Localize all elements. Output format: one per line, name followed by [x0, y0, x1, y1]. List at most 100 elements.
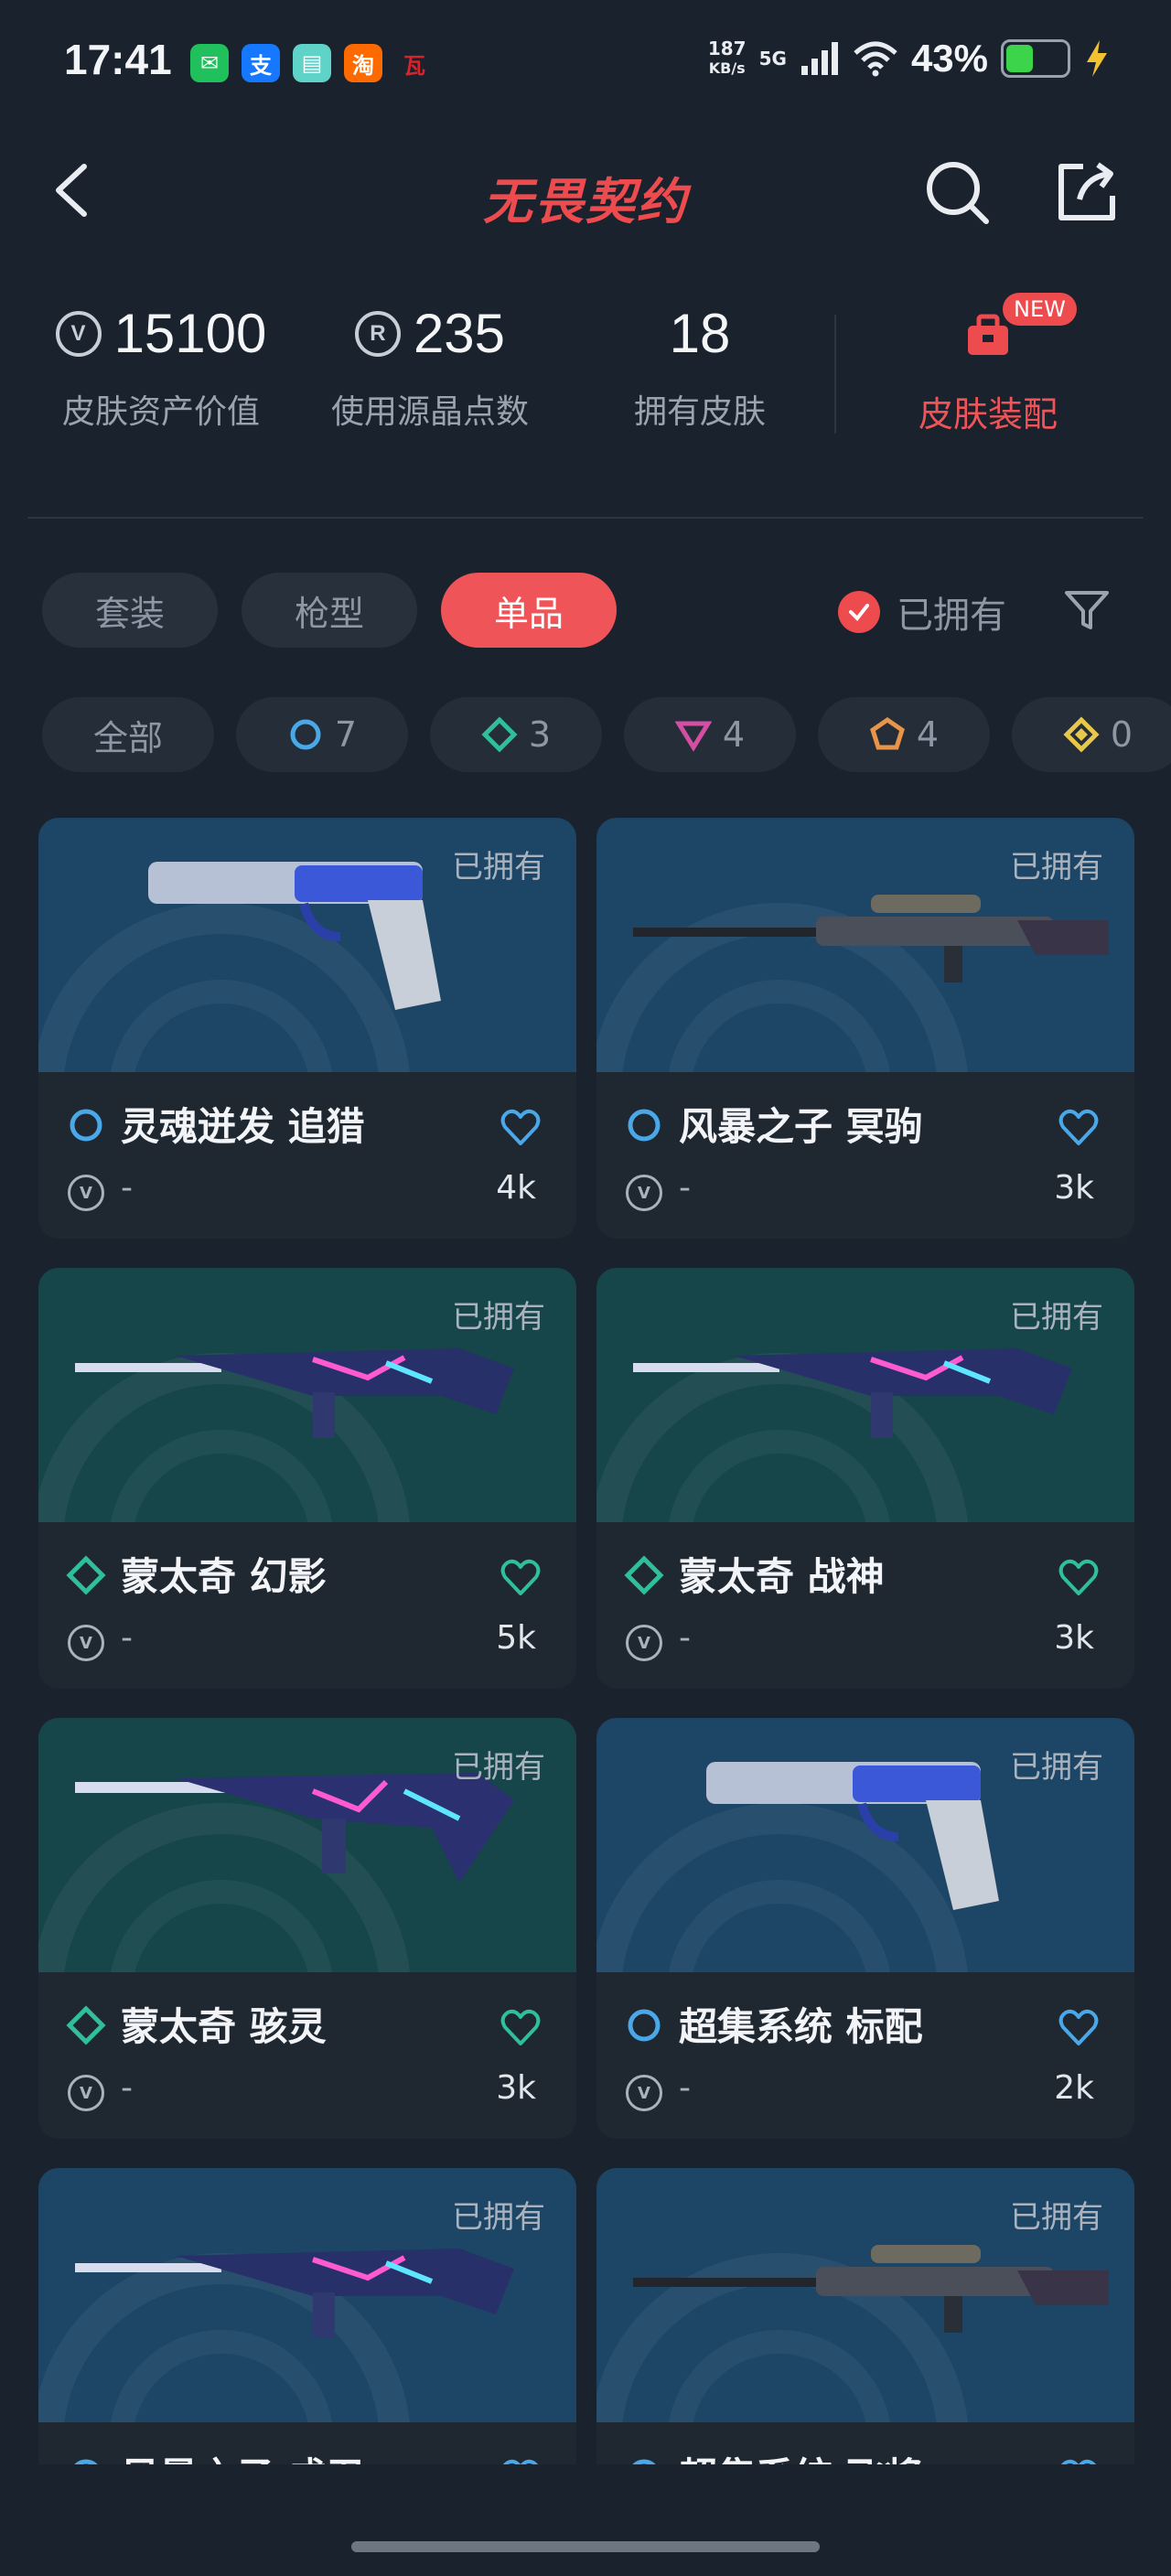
skin-name: 灵魂迸发 追猎	[121, 1104, 365, 1149]
deluxe-tier-icon	[624, 1555, 664, 1595]
owned-label: 已拥有	[452, 2199, 545, 2236]
vp-icon: V	[68, 1175, 104, 1211]
battery-icon	[1001, 39, 1070, 78]
skin-card[interactable]: 已拥有 风暴之子 戍卫 V -	[38, 2168, 576, 2464]
stat-asset-value: V 15100 皮肤资产价值	[51, 302, 271, 433]
chip-select-tier[interactable]: 7	[236, 697, 408, 772]
skin-name: 超集系统 飞将	[679, 2446, 923, 2464]
taobao-icon: 淘	[344, 44, 382, 82]
heart-icon[interactable]	[1058, 2007, 1100, 2049]
skin-price: -	[679, 1169, 691, 1207]
vp-icon: V	[626, 1625, 662, 1661]
heart-icon[interactable]	[1058, 2457, 1100, 2464]
like-count: 3k	[1054, 1619, 1094, 1657]
vp-icon: V	[68, 1625, 104, 1661]
chip-deluxe-tier[interactable]: 3	[430, 697, 602, 772]
skin-card[interactable]: 已拥有 灵魂迸发 追猎 V - 4k	[38, 818, 576, 1239]
heart-icon[interactable]	[500, 1557, 542, 1599]
owned-label: 已拥有	[1010, 2199, 1103, 2236]
asset-stats: V 15100 皮肤资产价值 R 235 使用源晶点数 18 拥有皮肤 NEW 皮肤…	[0, 274, 1171, 476]
chip-ultra-tier[interactable]: 0	[1012, 697, 1171, 772]
charging-icon	[1087, 40, 1107, 77]
chip-all[interactable]: 全部	[42, 697, 214, 772]
skin-info: 蒙太奇 战神 V - 3k	[596, 1522, 1134, 1689]
skin-card[interactable]: 已拥有 蒙太奇 骇灵 V - 3k	[38, 1718, 576, 2139]
owned-label: 已拥有	[1010, 1749, 1103, 1786]
net-speed: 187 KB/s	[708, 38, 747, 79]
stat-value: 18	[669, 303, 731, 364]
owned-filter-toggle[interactable]: 已拥有	[838, 585, 1006, 639]
chip-count: 4	[722, 714, 746, 755]
select-tier-icon	[624, 2455, 664, 2464]
alipay-icon: 支	[242, 44, 280, 82]
skin-card[interactable]: 已拥有 超集系统 飞将 V -	[596, 2168, 1134, 2464]
skin-info: 超集系统 飞将 V -	[596, 2422, 1134, 2464]
skin-image: 已拥有	[596, 818, 1134, 1072]
app-icon: ▤	[293, 44, 331, 82]
skin-image: 已拥有	[38, 2168, 576, 2422]
skin-info: 风暴之子 冥驹 V - 3k	[596, 1072, 1134, 1239]
skin-price: -	[679, 2069, 691, 2107]
skin-card[interactable]: 已拥有 蒙太奇 幻影 V - 5k	[38, 1268, 576, 1689]
stat-radianite: R 235 使用源晶点数	[320, 302, 540, 433]
skin-image: 已拥有	[596, 1268, 1134, 1522]
heart-icon[interactable]	[500, 2007, 542, 2049]
app-logo-icon: 瓦	[395, 44, 434, 82]
search-icon[interactable]	[922, 157, 992, 227]
skin-info: 风暴之子 戍卫 V -	[38, 2422, 576, 2464]
status-right: 187 KB/s 5G 43%	[708, 37, 1111, 80]
skin-card[interactable]: 已拥有 超集系统 标配 V - 2k	[596, 1718, 1134, 2139]
chip-premium-tier[interactable]: 4	[624, 697, 796, 772]
skin-image: 已拥有	[596, 2168, 1134, 2422]
tab-weapon-type[interactable]: 枪型	[242, 573, 417, 648]
signal-icon	[800, 42, 838, 75]
select-tier-icon	[66, 2455, 106, 2464]
chip-exclusive-tier[interactable]: 4	[818, 697, 990, 772]
stat-label: 拥有皮肤	[633, 393, 766, 431]
like-count: 4k	[496, 1169, 536, 1207]
select-tier-icon	[624, 2005, 664, 2045]
skin-info: 蒙太奇 骇灵 V - 3k	[38, 1972, 576, 2139]
skin-image: 已拥有	[38, 1268, 576, 1522]
owned-label: 已拥有	[452, 849, 545, 886]
skin-info: 超集系统 标配 V - 2k	[596, 1972, 1134, 2139]
owned-label: 已拥有	[452, 1299, 545, 1336]
new-badge: NEW	[1003, 293, 1077, 326]
like-count: 3k	[1054, 1169, 1094, 1207]
skin-card[interactable]: 已拥有 风暴之子 冥驹 V - 3k	[596, 818, 1134, 1239]
page-title: 无畏契约	[483, 173, 688, 231]
tier-filter-chips: 全部 7 3 4 4 0	[42, 697, 1171, 774]
skin-card[interactable]: 已拥有 蒙太奇 战神 V - 3k	[596, 1268, 1134, 1689]
skin-name: 风暴之子 戍卫	[121, 2446, 365, 2464]
heart-icon[interactable]	[500, 2457, 542, 2464]
skin-name: 蒙太奇 战神	[679, 1554, 885, 1599]
heart-icon[interactable]	[1058, 1557, 1100, 1599]
vp-icon: V	[55, 310, 102, 357]
skin-name: 超集系统 标配	[679, 2004, 923, 2049]
owned-label: 已拥有	[1010, 849, 1103, 886]
clock: 17:41	[64, 36, 172, 83]
tab-single-item[interactable]: 单品	[441, 573, 617, 648]
share-icon[interactable]	[1052, 157, 1122, 227]
battery-percent: 43%	[910, 37, 988, 80]
skin-price: -	[121, 1619, 133, 1657]
heart-icon[interactable]	[500, 1107, 542, 1149]
wechat-icon: ✉	[190, 44, 229, 82]
skin-name: 蒙太奇 幻影	[121, 1554, 327, 1599]
chip-count: 7	[334, 714, 358, 755]
skin-loadout-button[interactable]: NEW 皮肤装配	[878, 293, 1098, 436]
checkbox-checked-icon	[838, 591, 880, 633]
stat-label: 皮肤资产价值	[61, 393, 260, 431]
tab-bundle[interactable]: 套装	[42, 573, 218, 648]
premium-tier-icon	[674, 721, 712, 752]
skin-image: 已拥有	[38, 1718, 576, 1972]
select-tier-icon	[624, 1105, 664, 1145]
owned-label: 已拥有	[1010, 1299, 1103, 1336]
home-indicator[interactable]	[351, 2541, 820, 2552]
radianite-icon: R	[354, 310, 401, 357]
owned-filter-label: 已拥有	[897, 595, 1006, 637]
filter-icon[interactable]	[1061, 584, 1112, 635]
heart-icon[interactable]	[1058, 1107, 1100, 1149]
stat-value: 235	[413, 303, 506, 364]
deluxe-tier-icon	[66, 1555, 106, 1595]
